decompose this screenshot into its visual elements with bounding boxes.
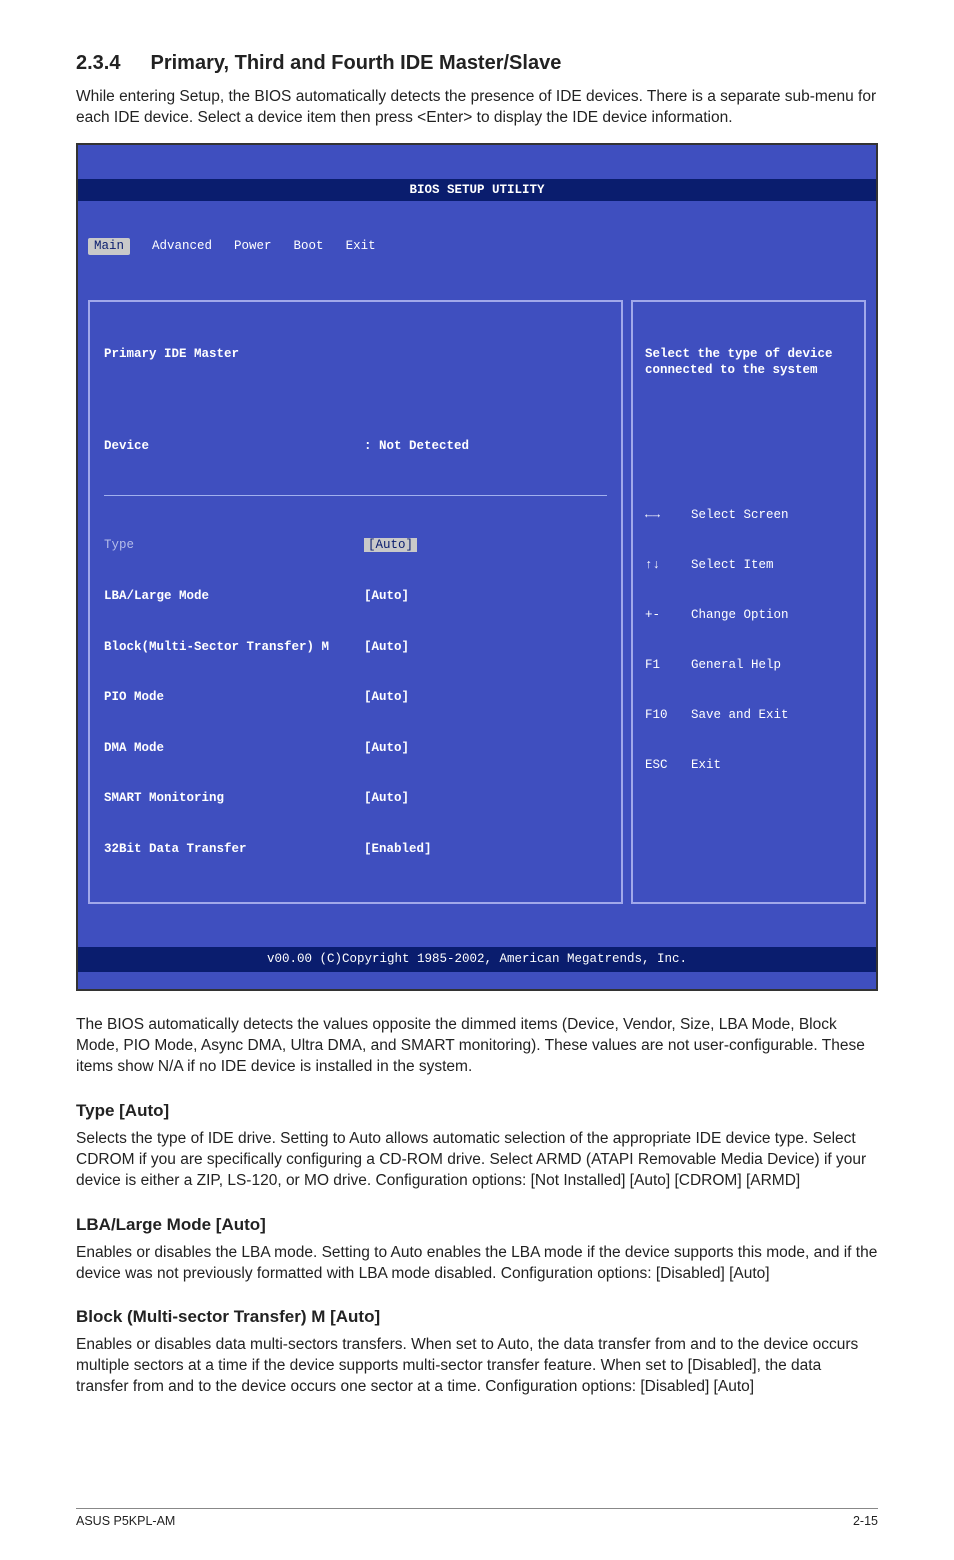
bios-row-value-5[interactable]: [Auto] bbox=[364, 790, 409, 807]
block-heading: Block (Multi-sector Transfer) M [Auto] bbox=[76, 1306, 878, 1329]
type-body: Selects the type of IDE drive. Setting t… bbox=[76, 1129, 878, 1192]
divider bbox=[104, 495, 607, 496]
footer-left: ASUS P5KPL-AM bbox=[76, 1513, 175, 1530]
bios-footer: v00.00 (C)Copyright 1985-2002, American … bbox=[78, 947, 876, 972]
bios-row-label-2: Block(Multi-Sector Transfer) M bbox=[104, 639, 364, 656]
section-title-text: Primary, Third and Fourth IDE Master/Sla… bbox=[150, 52, 561, 74]
footer-right: 2-15 bbox=[853, 1513, 878, 1530]
help-key-5: ESC bbox=[645, 757, 679, 773]
bios-main-panel: Primary IDE Master Device : Not Detected… bbox=[88, 300, 623, 904]
bios-row-label-1: LBA/Large Mode bbox=[104, 588, 364, 605]
bios-screenshot: BIOS SETUP UTILITY Main Advanced Power B… bbox=[76, 143, 878, 991]
bios-row-value-0[interactable]: [Auto] bbox=[364, 538, 417, 552]
bios-help-panel: Select the type of device connected to t… bbox=[631, 300, 866, 904]
bios-tab-advanced[interactable]: Advanced bbox=[152, 238, 212, 255]
bios-help-keys: ←→ Select Screen ↑↓ Select Item +- Change O… bbox=[645, 473, 852, 807]
help-key-0: ←→ bbox=[645, 507, 679, 523]
bios-row-label-4: DMA Mode bbox=[104, 740, 364, 757]
bios-row-value-4[interactable]: [Auto] bbox=[364, 740, 409, 757]
block-body: Enables or disables data multi-sectors t… bbox=[76, 1335, 878, 1398]
intro-paragraph: While entering Setup, the BIOS automatic… bbox=[76, 87, 878, 129]
bios-tab-boot[interactable]: Boot bbox=[294, 238, 324, 255]
bios-tab-exit[interactable]: Exit bbox=[346, 238, 376, 255]
help-key-text-3: General Help bbox=[691, 657, 781, 673]
help-key-text-1: Select Item bbox=[691, 557, 774, 573]
bios-row-label-5: SMART Monitoring bbox=[104, 790, 364, 807]
bios-row-value-3[interactable]: [Auto] bbox=[364, 689, 409, 706]
bios-help-text: Select the type of device connected to t… bbox=[645, 346, 852, 380]
bios-row-value-1[interactable]: [Auto] bbox=[364, 588, 409, 605]
bios-device-label: Device bbox=[104, 438, 364, 455]
bios-header-line: Primary IDE Master bbox=[104, 346, 607, 363]
page-footer: ASUS P5KPL-AM 2-15 bbox=[76, 1508, 878, 1530]
section-number: 2.3.4 bbox=[76, 50, 120, 77]
bios-device-value: : Not Detected bbox=[364, 438, 469, 455]
bios-row-label-3: PIO Mode bbox=[104, 689, 364, 706]
after-bios-paragraph: The BIOS automatically detects the value… bbox=[76, 1015, 878, 1078]
help-key-1: ↑↓ bbox=[645, 557, 679, 573]
lba-body: Enables or disables the LBA mode. Settin… bbox=[76, 1243, 878, 1285]
section-heading: 2.3.4 Primary, Third and Fourth IDE Maste… bbox=[76, 50, 878, 77]
bios-menubar: Main Advanced Power Boot Exit bbox=[78, 235, 876, 260]
bios-tab-main[interactable]: Main bbox=[88, 238, 130, 255]
lba-heading: LBA/Large Mode [Auto] bbox=[76, 1214, 878, 1237]
help-key-3: F1 bbox=[645, 657, 679, 673]
bios-row-label-6: 32Bit Data Transfer bbox=[104, 841, 364, 858]
help-key-text-2: Change Option bbox=[691, 607, 789, 623]
type-heading: Type [Auto] bbox=[76, 1100, 878, 1123]
help-key-text-4: Save and Exit bbox=[691, 707, 789, 723]
bios-row-value-2[interactable]: [Auto] bbox=[364, 639, 409, 656]
help-key-4: F10 bbox=[645, 707, 679, 723]
help-key-2: +- bbox=[645, 607, 679, 623]
help-key-text-0: Select Screen bbox=[691, 507, 789, 523]
bios-row-value-6[interactable]: [Enabled] bbox=[364, 841, 432, 858]
bios-tab-power[interactable]: Power bbox=[234, 238, 272, 255]
bios-row-label-0: Type bbox=[104, 537, 364, 554]
bios-title: BIOS SETUP UTILITY bbox=[78, 179, 876, 202]
help-key-text-5: Exit bbox=[691, 757, 721, 773]
